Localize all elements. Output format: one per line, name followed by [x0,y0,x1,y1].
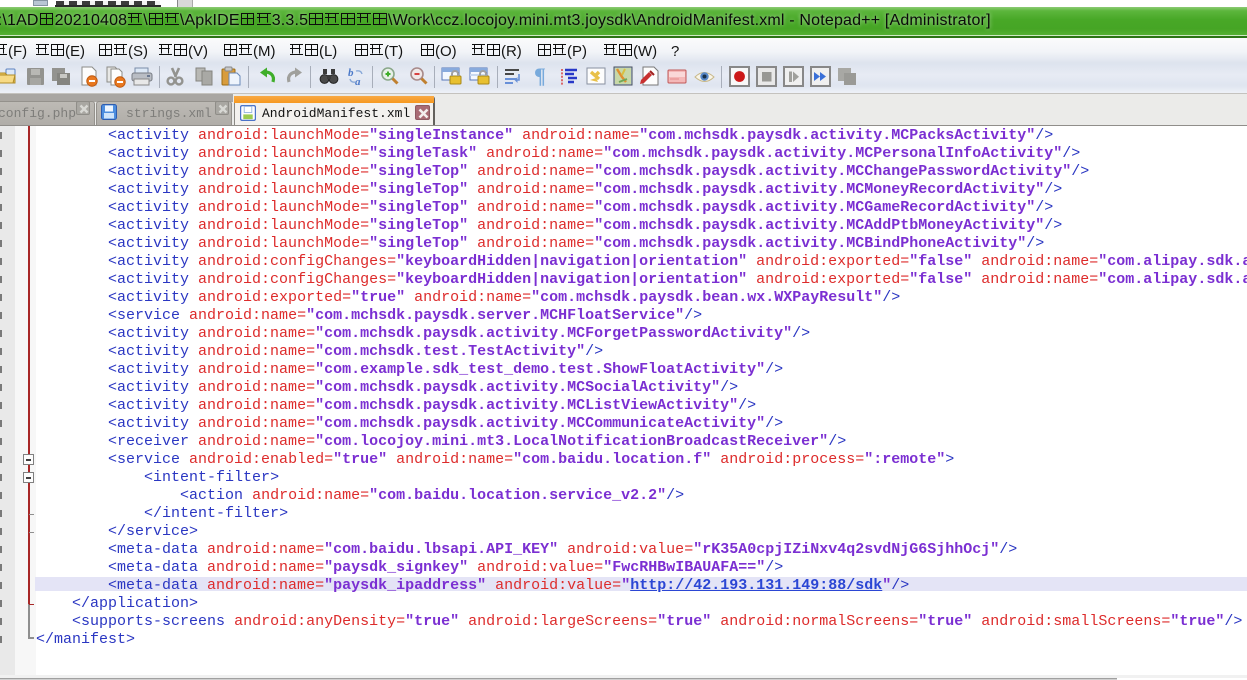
svg-text:¶: ¶ [534,64,546,88]
svg-text:b: b [348,67,354,79]
